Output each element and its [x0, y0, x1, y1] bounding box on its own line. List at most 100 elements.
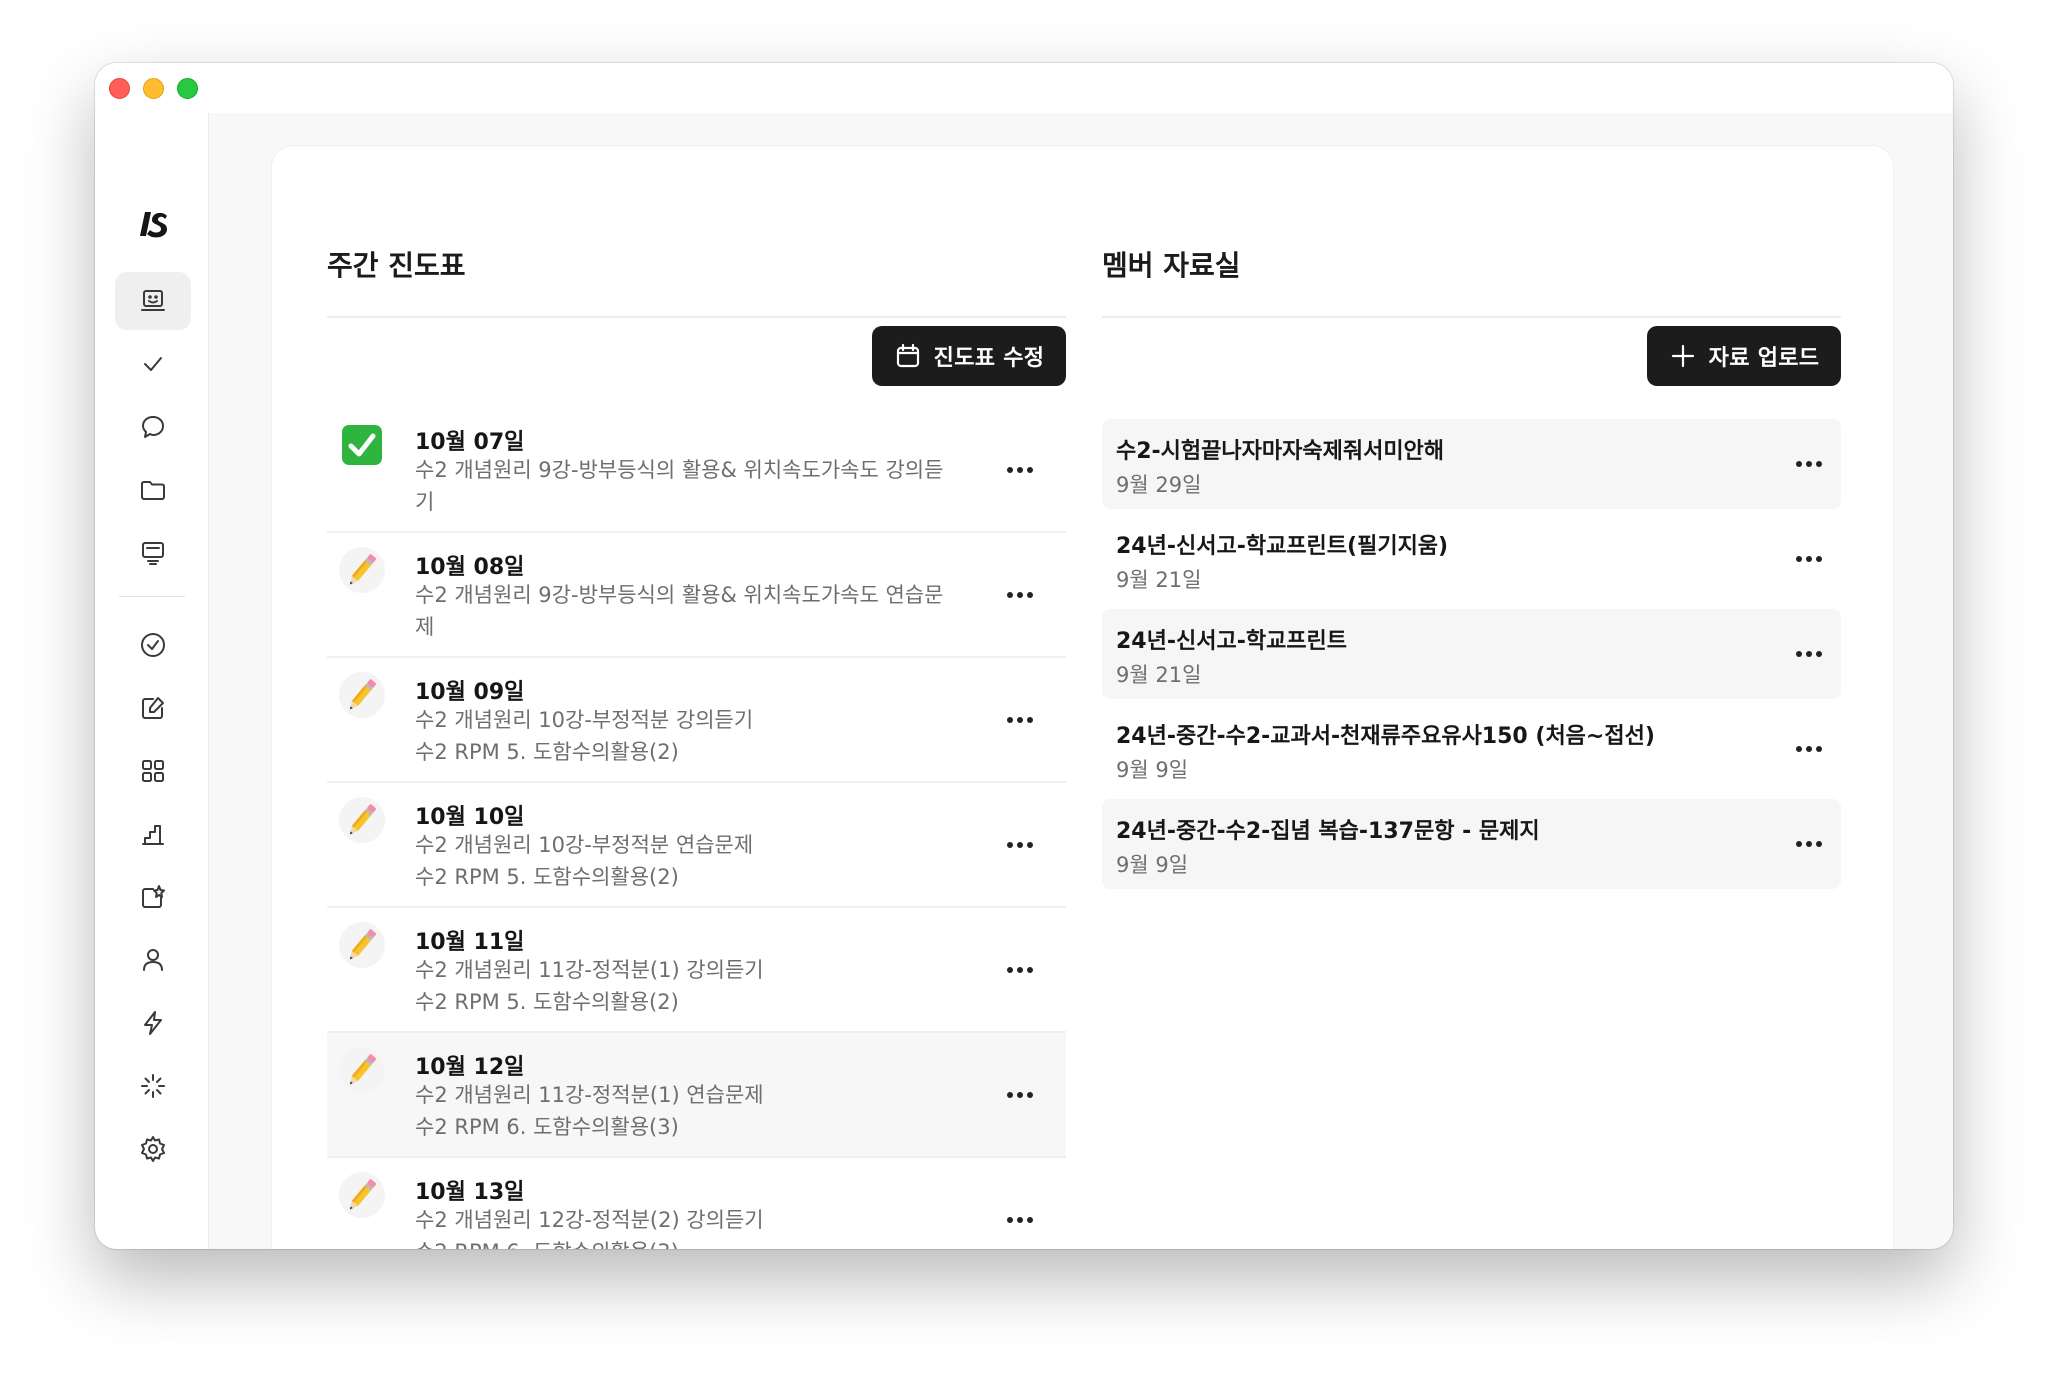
sidebar-item-export[interactable]	[115, 868, 191, 926]
more-dot	[1017, 1216, 1023, 1223]
more-dot	[1816, 461, 1822, 467]
more-dot	[1816, 841, 1822, 847]
growth-icon	[142, 825, 164, 845]
more-options-button[interactable]	[1002, 708, 1038, 732]
sidebar-item-tasks[interactable]	[115, 335, 191, 393]
more-dot	[1796, 461, 1802, 467]
upload-file-button[interactable]: 자료 업로드	[1647, 326, 1841, 386]
settings-icon	[141, 1136, 165, 1162]
schedule-date: 10월 10일	[415, 805, 525, 830]
more-options-button[interactable]	[1002, 958, 1038, 982]
plus-icon	[1671, 344, 1694, 368]
more-dot	[1027, 466, 1033, 473]
zoom-window-button[interactable]	[177, 78, 198, 99]
file-date: 9월 9일	[1116, 853, 1189, 877]
more-dot	[1027, 966, 1033, 973]
sidebar-item-folder[interactable]	[115, 461, 191, 519]
more-options-button[interactable]	[1791, 642, 1827, 666]
minimize-window-button[interactable]	[143, 78, 164, 99]
pencil-icon	[339, 672, 385, 718]
sidebar-item-write[interactable]	[115, 679, 191, 737]
more-dot	[1806, 651, 1812, 657]
more-dot	[1027, 1216, 1033, 1223]
main-area: 주간 진도표 진도표 수정 멤버 자료실 자료 업로드 10월 07일 수2 개념…	[209, 113, 1953, 1249]
more-dot	[1027, 1091, 1033, 1098]
schedule-row[interactable]: 10월 10일 수2 개념원리 10강-부정적분 연습문제 수2 RPM 5. 도함…	[327, 783, 1066, 908]
chat-icon	[142, 416, 164, 438]
more-dot	[1027, 841, 1033, 848]
more-dot	[1007, 591, 1013, 598]
schedule-divider	[327, 316, 1066, 318]
sidebar-item-boost[interactable]	[115, 994, 191, 1052]
file-date: 9월 21일	[1116, 568, 1202, 592]
schedule-task-line: 제	[415, 615, 435, 639]
more-dot	[1017, 716, 1023, 723]
more-dot	[1007, 1216, 1013, 1223]
schedule-row[interactable]: 10월 08일 수2 개념원리 9강-방부등식의 활용& 위치속도가속도 연습문 제	[327, 533, 1066, 658]
sidebar-item-completed[interactable]	[115, 616, 191, 674]
more-dot	[1007, 1091, 1013, 1098]
more-options-button[interactable]	[1002, 1208, 1038, 1232]
star-export-icon	[142, 885, 165, 908]
file-row[interactable]: 24년-중간-수2-교과서-천재류주요유사150 (처음~접선) 9월 9일	[1102, 704, 1841, 794]
schedule-row[interactable]: 10월 11일 수2 개념원리 11강-정적분(1) 강의듣기 수2 RPM 5. …	[327, 908, 1066, 1033]
edit-box-icon	[142, 697, 164, 719]
sidebar-item-loading[interactable]	[115, 1057, 191, 1115]
edit-schedule-button[interactable]: 진도표 수정	[872, 326, 1066, 386]
library-title: 멤버 자료실	[1102, 249, 1241, 282]
app-logo[interactable]	[128, 198, 180, 250]
sidebar-item-profile[interactable]	[115, 931, 191, 989]
file-date: 9월 21일	[1116, 663, 1202, 687]
more-dot	[1017, 591, 1023, 598]
more-options-button[interactable]	[1002, 833, 1038, 857]
file-list: 수2-시험끝나자마자숙제줘서미안해 9월 29일 24년-신서고-학교프린트(필기지…	[1102, 419, 1841, 894]
schedule-task-line: 수2 개념원리 10강-부정적분 연습문제	[415, 833, 754, 857]
more-dot	[1017, 1091, 1023, 1098]
schedule-task-line: 수2 RPM 6. 도함수의활용(3)	[415, 1115, 679, 1139]
file-row[interactable]: 수2-시험끝나자마자숙제줘서미안해 9월 29일	[1102, 419, 1841, 509]
schedule-row[interactable]: 10월 09일 수2 개념원리 10강-부정적분 강의듣기 수2 RPM 5. 도함…	[327, 658, 1066, 783]
more-dot	[1796, 556, 1802, 562]
sidebar-item-growth[interactable]	[115, 805, 191, 863]
more-options-button[interactable]	[1002, 458, 1038, 482]
close-window-button[interactable]	[109, 78, 130, 99]
schedule-task-line: 수2 개념원리 12강-정적분(2) 강의듣기	[415, 1208, 764, 1232]
schedule-row[interactable]: 10월 13일수2 개념원리 12강-정적분(2) 강의듣기수2 RPM 6. …	[327, 1158, 1066, 1249]
pencil-icon	[339, 1047, 385, 1093]
pencil-icon	[339, 1172, 385, 1218]
sidebar-item-dashboard[interactable]	[115, 272, 191, 330]
sidebar-item-settings[interactable]	[115, 1120, 191, 1178]
more-options-button[interactable]	[1791, 547, 1827, 571]
more-options-button[interactable]	[1002, 583, 1038, 607]
more-dot	[1007, 841, 1013, 848]
more-dot	[1017, 466, 1023, 473]
more-dot	[1796, 651, 1802, 657]
folder-icon	[141, 481, 165, 500]
file-row[interactable]: 24년-신서고-학교프린트(필기지움) 9월 21일	[1102, 514, 1841, 604]
user-icon	[143, 949, 163, 971]
schedule-task-line: 수2 개념원리 11강-정적분(1) 연습문제	[415, 1083, 764, 1107]
sidebar-item-lecture[interactable]	[115, 524, 191, 582]
more-options-button[interactable]	[1791, 737, 1827, 761]
more-dot	[1017, 841, 1023, 848]
more-dot	[1816, 651, 1822, 657]
sidebar-item-grid[interactable]	[115, 742, 191, 800]
sidebar-divider	[119, 596, 185, 597]
title-bar	[95, 63, 1953, 113]
more-dot	[1007, 716, 1013, 723]
library-divider	[1102, 316, 1841, 318]
schedule-row[interactable]: 10월 12일 수2 개념원리 11강-정적분(1) 연습문제 수2 RPM 6. …	[327, 1033, 1066, 1158]
more-dot	[1017, 966, 1023, 973]
file-row[interactable]: 24년-신서고-학교프린트 9월 21일	[1102, 609, 1841, 699]
more-dot	[1816, 746, 1822, 752]
sidebar-item-chat[interactable]	[115, 398, 191, 456]
logo-icon	[140, 212, 167, 238]
file-row[interactable]: 24년-중간-수2-집념 복습-137문항 - 문제지 9월 9일	[1102, 799, 1841, 889]
grid-icon	[142, 760, 164, 782]
more-options-button[interactable]	[1791, 832, 1827, 856]
more-options-button[interactable]	[1791, 452, 1827, 476]
lightning-icon	[144, 1011, 162, 1035]
schedule-task-line: 기	[415, 490, 435, 514]
schedule-row[interactable]: 10월 07일 수2 개념원리 9강-방부등식의 활용& 위치속도가속도 강의듣 기	[327, 408, 1066, 533]
more-options-button[interactable]	[1002, 1083, 1038, 1107]
